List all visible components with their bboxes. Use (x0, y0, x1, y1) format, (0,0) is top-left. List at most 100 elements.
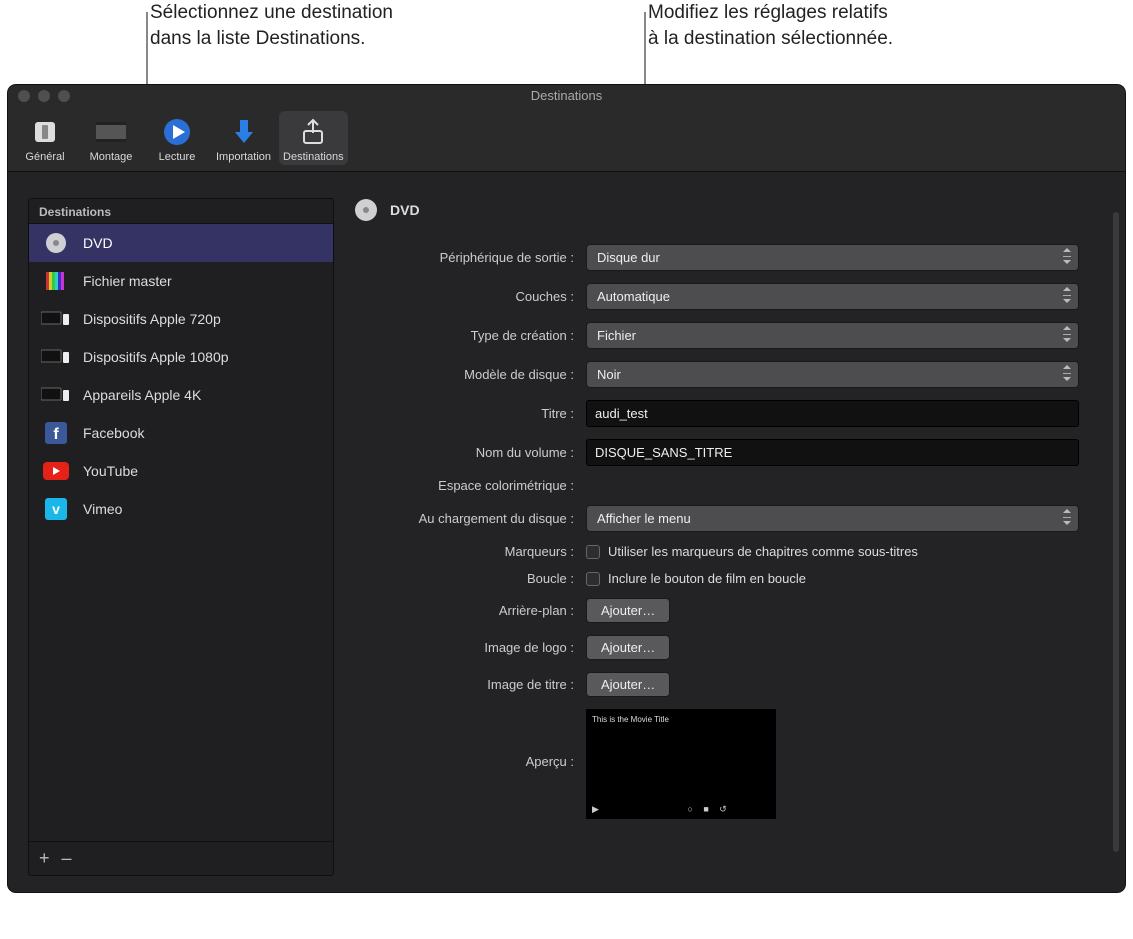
svg-text:v: v (52, 501, 60, 517)
tab-label: Importation (216, 151, 271, 163)
preview-thumbnail: This is the Movie Title ▶ ○ ■ ↺ (586, 709, 776, 819)
detail-header: DVD (354, 198, 1079, 222)
devices-icon (41, 385, 71, 405)
chevron-updown-icon (1063, 326, 1073, 342)
play-icon (160, 115, 194, 149)
vertical-scrollbar[interactable] (1113, 212, 1119, 852)
popup-on-load[interactable]: Afficher le menu (586, 505, 1079, 532)
tab-general[interactable]: Général (14, 111, 76, 165)
callout-left-line2: dans la liste Destinations. (150, 28, 365, 49)
label-volume-name: Nom du volume : (354, 445, 574, 460)
devices-icon (41, 347, 71, 367)
destination-apple-1080p[interactable]: Dispositifs Apple 1080p (29, 338, 333, 376)
label-background: Arrière-plan : (354, 603, 574, 618)
markers-checkbox-label: Utiliser les marqueurs de chapitres comm… (608, 544, 918, 559)
svg-text:f: f (53, 426, 59, 443)
preview-controls: ▶ ○ ■ ↺ (592, 804, 770, 815)
label-preview: Aperçu : (354, 709, 574, 769)
label-build-type: Type de création : (354, 328, 574, 343)
destination-label: DVD (83, 235, 113, 251)
window-title: Destinations (531, 88, 603, 103)
title-field[interactable] (586, 400, 1079, 427)
label-markers: Marqueurs : (354, 544, 574, 559)
label-on-load: Au chargement du disque : (354, 511, 574, 526)
download-icon (227, 115, 261, 149)
chevron-updown-icon (1063, 248, 1073, 264)
devices-icon (41, 309, 71, 329)
destination-facebook[interactable]: f Facebook (29, 414, 333, 452)
tab-label: Montage (90, 151, 133, 163)
destination-master-file[interactable]: Fichier master (29, 262, 333, 300)
destination-label: Dispositifs Apple 720p (83, 311, 221, 327)
destination-label: Fichier master (83, 273, 172, 289)
add-title-image-button[interactable]: Ajouter… (586, 672, 670, 697)
label-layers: Couches : (354, 289, 574, 304)
disc-icon (41, 233, 71, 253)
label-loop: Boucle : (354, 571, 574, 586)
label-output-device: Périphérique de sortie : (354, 250, 574, 265)
add-logo-button[interactable]: Ajouter… (586, 635, 670, 660)
popup-value: Automatique (597, 289, 670, 304)
minimize-icon[interactable] (38, 90, 50, 102)
switch-icon (28, 115, 62, 149)
zoom-icon[interactable] (58, 90, 70, 102)
destination-detail: DVD Périphérique de sortie : Disque dur … (354, 198, 1105, 876)
prefs-body: Destinations DVD Fichier master (8, 172, 1125, 892)
preferences-window: Destinations Général Montage Lecture Im (8, 85, 1125, 892)
tab-label: Lecture (159, 151, 196, 163)
label-title: Titre : (354, 406, 574, 421)
tab-import[interactable]: Importation (212, 111, 275, 165)
youtube-icon (41, 461, 71, 481)
markers-checkbox[interactable] (586, 545, 600, 559)
destination-apple-4k[interactable]: Appareils Apple 4K (29, 376, 333, 414)
add-background-button[interactable]: Ajouter… (586, 598, 670, 623)
popup-value: Fichier (597, 328, 636, 343)
tab-destinations[interactable]: Destinations (279, 111, 348, 165)
chevron-updown-icon (1063, 365, 1073, 381)
popup-value: Disque dur (597, 250, 660, 265)
sidebar-footer: + – (29, 841, 333, 875)
label-disc-template: Modèle de disque : (354, 367, 574, 382)
tab-label: Général (25, 151, 64, 163)
popup-disc-template[interactable]: Noir (586, 361, 1079, 388)
callout-right-line2: à la destination sélectionnée. (648, 28, 893, 49)
callout-left: Sélectionnez une destination dans la lis… (150, 0, 393, 52)
destinations-list: DVD Fichier master Dispositifs Apple 720… (29, 224, 333, 841)
tab-label: Destinations (283, 151, 344, 163)
destination-apple-720p[interactable]: Dispositifs Apple 720p (29, 300, 333, 338)
label-color-space: Espace colorimétrique : (354, 478, 574, 493)
destination-label: Vimeo (83, 501, 122, 517)
preview-caption: This is the Movie Title (592, 715, 669, 724)
remove-destination-button[interactable]: – (62, 848, 72, 869)
destination-label: YouTube (83, 463, 138, 479)
add-destination-button[interactable]: + (39, 848, 50, 869)
close-icon[interactable] (18, 90, 30, 102)
label-logo: Image de logo : (354, 640, 574, 655)
chevron-updown-icon (1063, 287, 1073, 303)
loop-checkbox[interactable] (586, 572, 600, 586)
destination-dvd[interactable]: DVD (29, 224, 333, 262)
volume-name-field[interactable] (586, 439, 1079, 466)
filmstrip-icon (94, 115, 128, 149)
destination-label: Dispositifs Apple 1080p (83, 349, 229, 365)
colorbars-icon (41, 271, 71, 291)
share-icon (296, 115, 330, 149)
destination-label: Appareils Apple 4K (83, 387, 201, 403)
prefs-toolbar: Général Montage Lecture Importation Dest… (8, 107, 1125, 172)
callout-right-line1: Modifiez les réglages relatifs (648, 2, 888, 23)
destination-vimeo[interactable]: v Vimeo (29, 490, 333, 528)
callout-left-line1: Sélectionnez une destination (150, 2, 393, 23)
popup-build-type[interactable]: Fichier (586, 322, 1079, 349)
chevron-updown-icon (1063, 509, 1073, 525)
tab-playback[interactable]: Lecture (146, 111, 208, 165)
vimeo-icon: v (41, 499, 71, 519)
window-titlebar: Destinations (8, 85, 1125, 107)
loop-checkbox-label: Inclure le bouton de film en boucle (608, 571, 806, 586)
popup-layers[interactable]: Automatique (586, 283, 1079, 310)
detail-title: DVD (390, 202, 420, 218)
destination-youtube[interactable]: YouTube (29, 452, 333, 490)
popup-output-device[interactable]: Disque dur (586, 244, 1079, 271)
tab-editing[interactable]: Montage (80, 111, 142, 165)
callout-right: Modifiez les réglages relatifs à la dest… (648, 0, 893, 52)
callouts: Sélectionnez une destination dans la lis… (0, 0, 1133, 85)
